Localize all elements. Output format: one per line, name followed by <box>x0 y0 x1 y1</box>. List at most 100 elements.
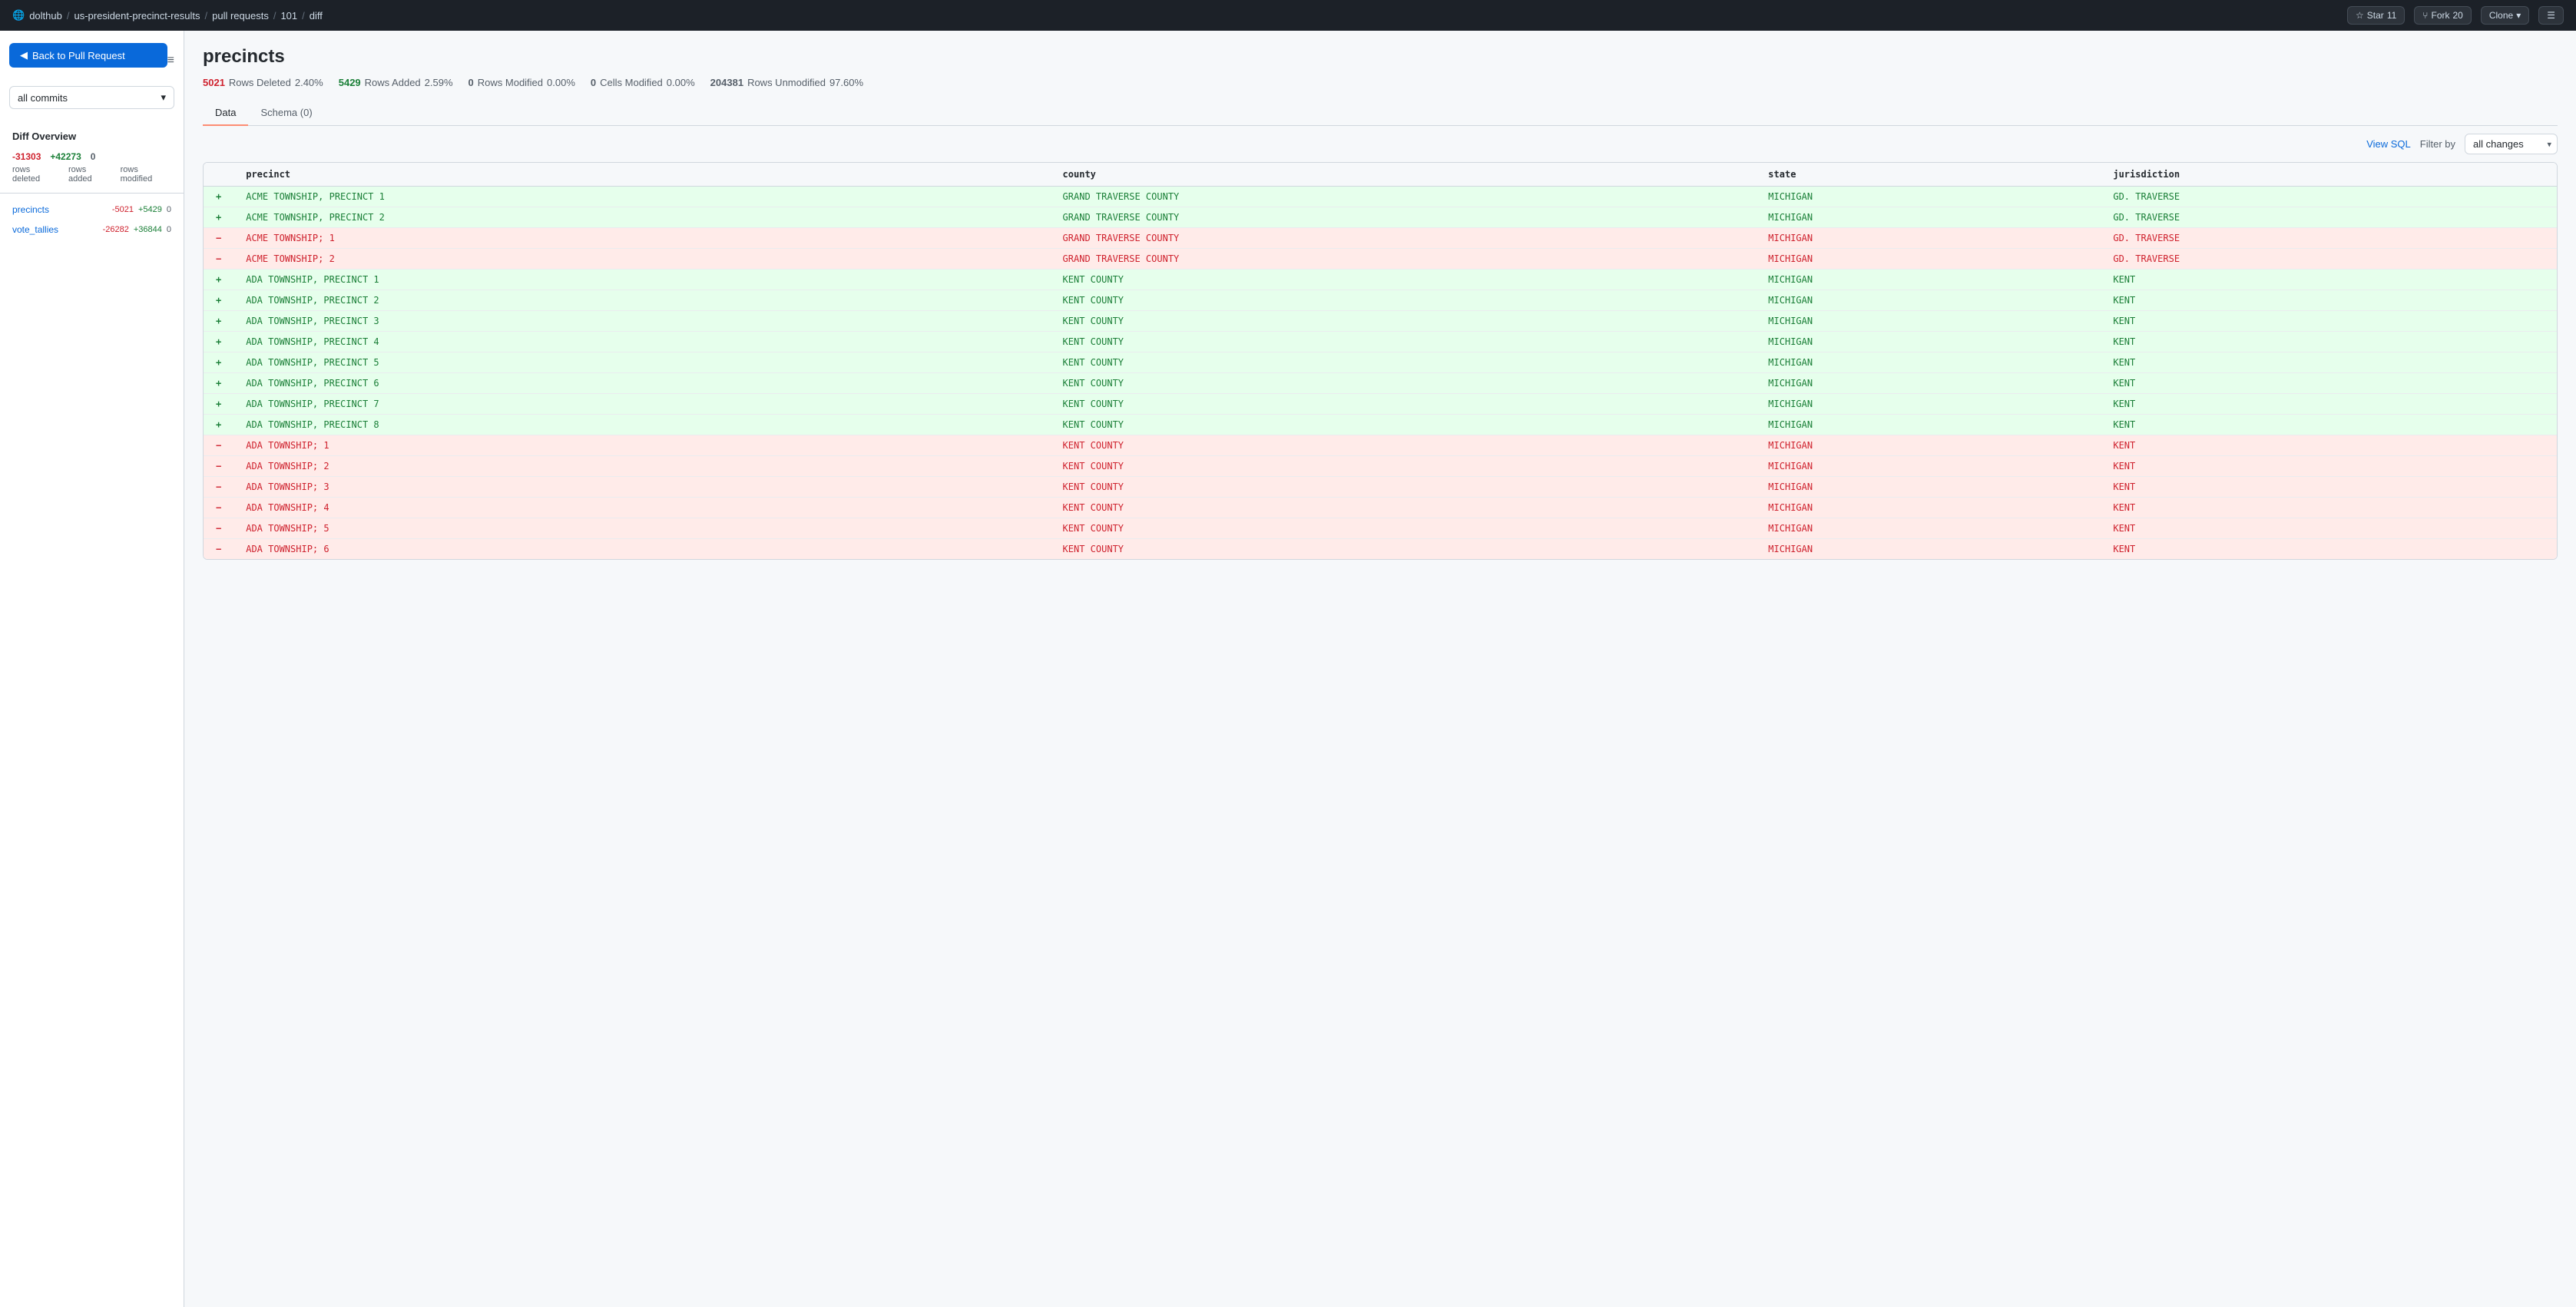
clone-button[interactable]: Clone ▾ <box>2481 6 2529 25</box>
cell-jurisdiction: KENT <box>2101 394 2557 415</box>
filter-select[interactable]: all changes added rows deleted rows modi… <box>2465 134 2558 154</box>
stat-cells-num: 0 <box>591 77 596 88</box>
sidebar-top: ◀ Back to Pull Request ≡ all commits ▾ <box>0 43 184 121</box>
stats-row: 5021 Rows Deleted 2.40% 5429 Rows Added … <box>203 77 2558 88</box>
table-row: +ADA TOWNSHIP, PRECINCT 8KENT COUNTYMICH… <box>204 415 2557 435</box>
cell-jurisdiction: KENT <box>2101 270 2557 290</box>
cell-state: MICHIGAN <box>1756 332 2101 352</box>
cell-state: MICHIGAN <box>1756 477 2101 498</box>
cell-county: GRAND TRAVERSE COUNTY <box>1051 207 1757 228</box>
data-table-wrapper: precinct county state jurisdiction +ACME… <box>203 162 2558 560</box>
cell-state: MICHIGAN <box>1756 187 2101 207</box>
cell-precinct: ADA TOWNSHIP, PRECINCT 7 <box>233 394 1050 415</box>
cell-state: MICHIGAN <box>1756 228 2101 249</box>
cell-jurisdiction: KENT <box>2101 373 2557 394</box>
table-row: −ADA TOWNSHIP; 5KENT COUNTYMICHIGANKENT <box>204 518 2557 539</box>
hamburger-button[interactable]: ☰ <box>2538 6 2564 25</box>
cell-jurisdiction: KENT <box>2101 477 2557 498</box>
chevron-down-icon: ▾ <box>161 91 166 104</box>
stat-modified-pct: 0.00% <box>547 77 575 88</box>
cell-county: KENT COUNTY <box>1051 435 1757 456</box>
diff-marker: + <box>204 207 233 228</box>
diff-marker: − <box>204 539 233 560</box>
sidebar-item-vote-tallies[interactable]: vote_tallies -26282 +36844 0 <box>0 220 184 240</box>
stat-unmodified-num: 204381 <box>710 77 743 88</box>
file-name-precincts: precincts <box>12 204 49 215</box>
sidebar-item-precincts[interactable]: precincts -5021 +5429 0 <box>0 200 184 220</box>
diff-marker: − <box>204 228 233 249</box>
table-row: −ADA TOWNSHIP; 3KENT COUNTYMICHIGANKENT <box>204 477 2557 498</box>
cell-state: MICHIGAN <box>1756 456 2101 477</box>
tab-schema[interactable]: Schema (0) <box>248 101 324 126</box>
table-header: precinct county state jurisdiction <box>204 163 2557 187</box>
table-row: −ADA TOWNSHIP; 6KENT COUNTYMICHIGANKENT <box>204 539 2557 560</box>
sidebar-menu-icon[interactable]: ≡ <box>167 54 174 68</box>
table-row: +ADA TOWNSHIP, PRECINCT 7KENT COUNTYMICH… <box>204 394 2557 415</box>
cell-county: KENT COUNTY <box>1051 539 1757 560</box>
nav-repo[interactable]: us-president-precinct-results <box>74 10 200 22</box>
cell-state: MICHIGAN <box>1756 249 2101 270</box>
chevron-down-icon: ▾ <box>2516 10 2521 21</box>
cell-jurisdiction: GD. TRAVERSE <box>2101 187 2557 207</box>
menu-icon: ☰ <box>2547 10 2555 21</box>
filter-label: Filter by <box>2420 138 2455 150</box>
cell-state: MICHIGAN <box>1756 352 2101 373</box>
cell-precinct: ADA TOWNSHIP; 3 <box>233 477 1050 498</box>
main-content: precincts 5021 Rows Deleted 2.40% 5429 R… <box>184 31 2576 1307</box>
back-to-pr-button[interactable]: ◀ Back to Pull Request <box>9 43 167 68</box>
col-precinct: precinct <box>233 163 1050 187</box>
layout: ◀ Back to Pull Request ≡ all commits ▾ D… <box>0 31 2576 1307</box>
stat-added: 5429 Rows Added 2.59% <box>339 77 453 88</box>
cell-county: KENT COUNTY <box>1051 270 1757 290</box>
tab-data[interactable]: Data <box>203 101 248 126</box>
cell-state: MICHIGAN <box>1756 270 2101 290</box>
table-row: −ACME TOWNSHIP; 2GRAND TRAVERSE COUNTYMI… <box>204 249 2557 270</box>
stat-cells: 0 Cells Modified 0.00% <box>591 77 695 88</box>
nav-pr-number[interactable]: 101 <box>280 10 297 22</box>
diff-marker: + <box>204 332 233 352</box>
diff-marker: − <box>204 477 233 498</box>
nav-owner[interactable]: dolthub <box>29 10 62 22</box>
file-name-vote-tallies: vote_tallies <box>12 224 58 235</box>
file-changes-precincts: -5021 +5429 0 <box>112 205 171 214</box>
cell-jurisdiction: GD. TRAVERSE <box>2101 249 2557 270</box>
col-marker <box>204 163 233 187</box>
cell-county: GRAND TRAVERSE COUNTY <box>1051 228 1757 249</box>
nav-section[interactable]: pull requests <box>212 10 269 22</box>
stat-modified-count: 0 <box>91 151 96 162</box>
diff-marker: + <box>204 352 233 373</box>
fork-button[interactable]: ⑂ Fork 20 <box>2414 6 2472 25</box>
table-row: +ADA TOWNSHIP, PRECINCT 3KENT COUNTYMICH… <box>204 311 2557 332</box>
table-row: −ADA TOWNSHIP; 1KENT COUNTYMICHIGANKENT <box>204 435 2557 456</box>
cell-state: MICHIGAN <box>1756 539 2101 560</box>
cell-precinct: ADA TOWNSHIP, PRECINCT 2 <box>233 290 1050 311</box>
table-row: +ACME TOWNSHIP, PRECINCT 2GRAND TRAVERSE… <box>204 207 2557 228</box>
cell-precinct: ADA TOWNSHIP; 1 <box>233 435 1050 456</box>
commits-select[interactable]: all commits ▾ <box>9 86 174 109</box>
cell-jurisdiction: GD. TRAVERSE <box>2101 228 2557 249</box>
cell-state: MICHIGAN <box>1756 311 2101 332</box>
stat-added-desc: Rows Added <box>365 77 421 88</box>
breadcrumb: 🌐 dolthub / us-president-precinct-result… <box>12 9 323 22</box>
stat-modified-label: rows modified <box>121 165 171 184</box>
cell-jurisdiction: KENT <box>2101 498 2557 518</box>
cell-jurisdiction: KENT <box>2101 539 2557 560</box>
cell-county: KENT COUNTY <box>1051 394 1757 415</box>
table-row: +ADA TOWNSHIP, PRECINCT 6KENT COUNTYMICH… <box>204 373 2557 394</box>
star-button[interactable]: ☆ Star 11 <box>2347 6 2405 25</box>
view-sql-button[interactable]: View SQL <box>2366 138 2411 150</box>
table-row: +ADA TOWNSHIP, PRECINCT 5KENT COUNTYMICH… <box>204 352 2557 373</box>
star-icon: ☆ <box>2356 10 2364 21</box>
data-table: precinct county state jurisdiction +ACME… <box>204 163 2557 559</box>
cell-county: KENT COUNTY <box>1051 352 1757 373</box>
topnav: 🌐 dolthub / us-president-precinct-result… <box>0 0 2576 31</box>
cell-state: MICHIGAN <box>1756 498 2101 518</box>
cell-jurisdiction: KENT <box>2101 456 2557 477</box>
cell-county: GRAND TRAVERSE COUNTY <box>1051 187 1757 207</box>
cell-precinct: ADA TOWNSHIP, PRECINCT 4 <box>233 332 1050 352</box>
stat-modified: 0 Rows Modified 0.00% <box>469 77 575 88</box>
col-state: state <box>1756 163 2101 187</box>
cell-precinct: ADA TOWNSHIP; 6 <box>233 539 1050 560</box>
cell-state: MICHIGAN <box>1756 394 2101 415</box>
diff-marker: + <box>204 311 233 332</box>
